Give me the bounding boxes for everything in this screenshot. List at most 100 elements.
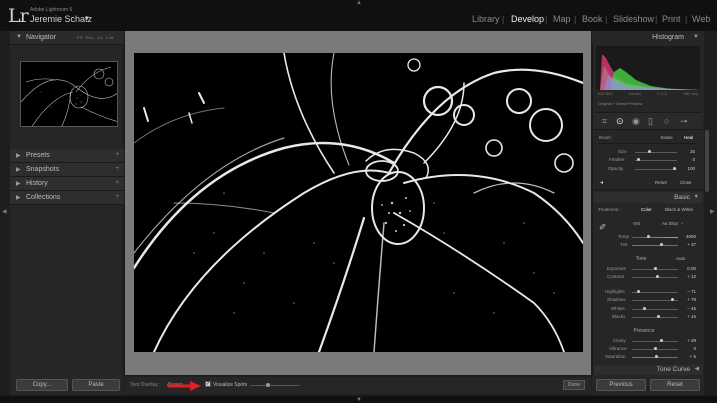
panel-menu-icon[interactable]: + (115, 152, 119, 158)
spot-removal-tool-icon[interactable]: ⊙ (616, 116, 624, 127)
collections-header[interactable]: ▶ Collections + (10, 191, 124, 205)
module-separator: | (502, 14, 505, 24)
temp-slider-knob[interactable] (646, 235, 650, 238)
treatment-label: Treatment : (598, 207, 621, 212)
history-title: History (26, 180, 48, 187)
wb-select[interactable]: As Shot (662, 221, 678, 226)
brush-mode-erase[interactable]: Erase (661, 135, 673, 140)
feather-value[interactable]: 0 (675, 157, 695, 162)
panel-menu-icon[interactable]: + (115, 194, 119, 200)
expand-triangle-icon: ▶ (16, 153, 21, 159)
slider-label: Saturation (605, 354, 626, 359)
adjustment-brush-icon[interactable]: ⊸ (680, 116, 688, 127)
right-panel-toggle-icon[interactable]: ▶ (710, 208, 715, 215)
module-book[interactable]: Book (582, 14, 603, 24)
wb-dropdown-icon[interactable]: ÷ (681, 221, 683, 226)
brush-toggle-icon[interactable]: ◂ (600, 179, 603, 186)
module-slideshow[interactable]: Slideshow (613, 14, 654, 24)
tint-value[interactable]: + 37 (676, 242, 696, 247)
histogram-header[interactable]: Histogram ▼ (592, 31, 704, 44)
contrast-value[interactable]: + 12 (676, 274, 696, 279)
brush-close-button[interactable]: Close (680, 180, 692, 185)
tone-auto-button[interactable]: Auto (676, 256, 685, 261)
histogram[interactable] (596, 46, 700, 90)
saturation-slider-knob[interactable] (654, 355, 658, 358)
navigator-zoom-modes[interactable]: FIT FILL 1:1 1:16 (77, 35, 113, 40)
left-panel-toggle-icon[interactable]: ◀ (2, 208, 7, 215)
brush-mode-heal[interactable]: Heal (684, 135, 693, 140)
blacks-slider-track[interactable] (632, 317, 678, 318)
visualize-threshold-track[interactable] (250, 385, 300, 386)
slider-label: Feather (609, 157, 625, 162)
visualize-spots-label[interactable]: Visualize Spots (213, 382, 247, 388)
clarity-slider-track[interactable] (632, 341, 678, 342)
expand-triangle-icon: ▶ (16, 195, 21, 201)
right-panel-scrollbar[interactable] (705, 130, 709, 192)
paste-button[interactable]: Paste (72, 379, 120, 391)
contrast-slider-track[interactable] (632, 277, 678, 278)
radial-filter-icon[interactable]: ○ (664, 116, 669, 126)
size-slider-track[interactable] (635, 152, 677, 153)
treatment-bw[interactable]: Black & White (665, 207, 693, 212)
reset-button[interactable]: Reset (650, 379, 700, 391)
copy-button[interactable]: Copy... (16, 379, 68, 391)
red-eye-tool-icon[interactable]: ◉ (632, 116, 640, 127)
feather-slider-knob[interactable] (636, 158, 640, 161)
lightroom-logo: Lr (8, 5, 29, 27)
module-separator: | (685, 14, 688, 24)
module-map[interactable]: Map (553, 14, 571, 24)
brush-reset-button[interactable]: Reset (655, 180, 667, 185)
panel-menu-icon[interactable]: + (115, 166, 119, 172)
visualize-spots-checkbox[interactable]: ✓ (205, 381, 211, 387)
navigator-header[interactable]: ▼ Navigator FIT FILL 1:1 1:16 (10, 31, 124, 45)
whites-slider-track[interactable] (632, 309, 678, 310)
module-develop[interactable]: Develop (511, 14, 544, 24)
identity-caret-icon[interactable]: ▼ (84, 16, 90, 22)
top-panel-toggle-icon[interactable]: ▲ (356, 0, 362, 6)
temp-slider-track[interactable] (632, 237, 678, 238)
navigator-thumbnail[interactable] (20, 61, 118, 127)
presets-header[interactable]: ▶ Presets + (10, 149, 124, 163)
photo-preview[interactable] (134, 53, 583, 352)
module-web[interactable]: Web (692, 14, 710, 24)
size-value[interactable]: 25 (675, 149, 695, 154)
slider-label: Opacity (608, 166, 624, 171)
module-library[interactable]: Library (472, 14, 500, 24)
clarity-value[interactable]: + 29 (676, 338, 696, 343)
identity-plate-user[interactable]: Jeremie Schatz (30, 14, 92, 24)
vibrance-value[interactable]: 0 (676, 346, 696, 351)
crop-tool-icon[interactable]: ⌗ (602, 116, 607, 127)
temp-value[interactable]: 4600 (676, 234, 696, 239)
histogram-exif: ISO 800 24 mm f / 2.2 1/60 sec (598, 91, 698, 96)
shadows-slider-knob[interactable] (670, 298, 674, 301)
visualize-threshold-knob[interactable] (265, 383, 270, 387)
opacity-slider-track[interactable] (635, 169, 677, 170)
history-header[interactable]: ▶ History × (10, 177, 124, 191)
vibrance-slider-knob[interactable] (653, 347, 657, 350)
exif-shutter: 1/60 sec (682, 91, 698, 96)
presets-title: Presets (26, 152, 50, 159)
opacity-value[interactable]: 100 (675, 166, 695, 171)
graduated-filter-icon[interactable]: ▯ (648, 116, 653, 127)
tone-curve-title: Tone Curve (656, 366, 690, 373)
tint-slider-track[interactable] (632, 245, 678, 246)
snapshots-header[interactable]: ▶ Snapshots + (10, 163, 124, 177)
filmstrip-toggle-icon[interactable]: ▼ (356, 397, 362, 403)
treatment-color[interactable]: Color (641, 207, 652, 212)
preview-status: Original + Smart Preview (598, 101, 643, 106)
panel-menu-icon[interactable]: × (115, 180, 119, 186)
basic-header[interactable]: Basic ▼ (594, 192, 702, 203)
exposure-value[interactable]: 0.00 (676, 266, 696, 271)
tone-curve-header[interactable]: Tone Curve ◀ (594, 365, 702, 375)
module-print[interactable]: Print (662, 14, 681, 24)
saturation-value[interactable]: + 5 (676, 354, 696, 359)
done-button[interactable]: Done (563, 380, 585, 390)
shadows-value[interactable]: + 79 (676, 297, 696, 302)
white-balance-eyedropper-icon[interactable]: ✐ (599, 222, 607, 233)
highlights-value[interactable]: − 71 (676, 289, 696, 294)
blacks-value[interactable]: + 15 (676, 314, 696, 319)
feather-slider-track[interactable] (635, 160, 677, 161)
exposure-slider-knob[interactable] (653, 267, 657, 270)
whites-value[interactable]: − 45 (676, 306, 696, 311)
previous-button[interactable]: Previous (596, 379, 646, 391)
